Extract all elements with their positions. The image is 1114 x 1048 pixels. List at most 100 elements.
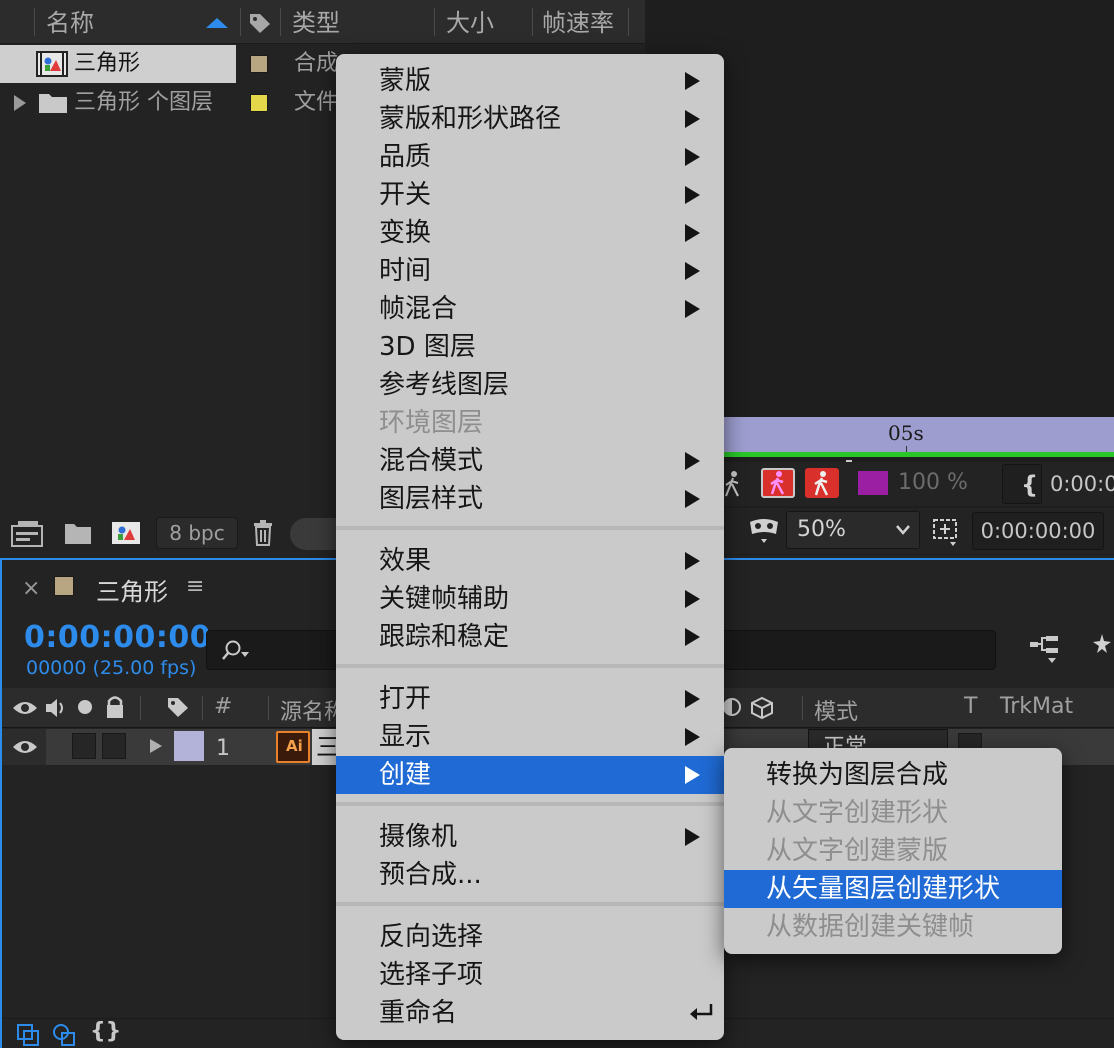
- toggle-in-out-icon[interactable]: {}: [90, 1019, 121, 1044]
- menu-item-rename[interactable]: 重命名: [336, 994, 724, 1032]
- menu-item-label: 从文字创建形状: [766, 798, 949, 828]
- column-name-header[interactable]: 名称: [46, 6, 94, 40]
- menu-item-guide-layer[interactable]: 参考线图层: [336, 366, 724, 404]
- column-divider: [34, 8, 35, 36]
- audio-icon[interactable]: [44, 696, 68, 720]
- solo-switch[interactable]: [72, 733, 96, 759]
- submenu-item-convert-to-layered-comp[interactable]: 转换为图层合成: [724, 756, 1062, 794]
- expand-triangle-icon[interactable]: [150, 739, 162, 753]
- adjustment-layer-icon[interactable]: [722, 696, 742, 718]
- item-name: 三角形: [74, 51, 141, 76]
- menu-item-label: 预合成...: [379, 860, 482, 890]
- menu-item-3d-layer[interactable]: 3D 图层: [336, 328, 724, 366]
- menu-item-quality[interactable]: 品质: [336, 138, 724, 176]
- submenu-arrow-icon: [685, 552, 700, 570]
- timeline-tab-title[interactable]: 三角形: [96, 572, 168, 607]
- menu-item-mask[interactable]: 蒙版: [336, 62, 724, 100]
- 3d-layer-icon[interactable]: [750, 696, 774, 720]
- expand-triangle-icon[interactable]: [14, 95, 26, 111]
- menu-item-track-and-stabilize[interactable]: 跟踪和稳定: [336, 618, 724, 656]
- lock-switch[interactable]: [102, 733, 126, 759]
- view-options-icon[interactable]: [748, 516, 780, 546]
- menu-item-switches[interactable]: 开关: [336, 176, 724, 214]
- timeline-timecode[interactable]: 0:00:00:00: [24, 620, 211, 655]
- folder-icon: [39, 94, 67, 113]
- eye-icon[interactable]: [12, 737, 38, 757]
- menu-item-label: 选择子项: [379, 960, 484, 990]
- lock-icon[interactable]: [104, 694, 126, 720]
- label-color-swatch[interactable]: [250, 55, 268, 73]
- mode-header[interactable]: 模式: [814, 694, 858, 726]
- submenu-arrow-icon: [685, 828, 700, 846]
- menu-item-camera[interactable]: 摄像机: [336, 818, 724, 856]
- menu-item-time[interactable]: 时间: [336, 252, 724, 290]
- label-color-swatch[interactable]: [250, 94, 268, 112]
- label-tag-icon[interactable]: [248, 12, 272, 34]
- menu-item-select-children[interactable]: 选择子项: [336, 956, 724, 994]
- menu-item-label: 参考线图层: [379, 370, 510, 400]
- eye-icon[interactable]: [12, 698, 38, 718]
- column-type-header[interactable]: 类型: [292, 6, 340, 40]
- layer-name[interactable]: 三: [312, 729, 340, 765]
- menu-item-label: 效果: [379, 546, 432, 576]
- interpret-footage-icon[interactable]: [10, 520, 44, 548]
- illustrator-file-icon: Ai: [276, 731, 310, 763]
- menu-item-frame-blending[interactable]: 帧混合: [336, 290, 724, 328]
- menu-item-open[interactable]: 打开: [336, 680, 724, 718]
- current-time-display[interactable]: 0:00:00:00: [972, 512, 1104, 550]
- draft-3d-button[interactable]: [761, 468, 795, 498]
- menu-item-keyframe-assistant[interactable]: 关键帧辅助: [336, 580, 724, 618]
- layer-label-color[interactable]: [174, 731, 204, 761]
- work-area-bar[interactable]: [720, 452, 1114, 457]
- menu-item-effect[interactable]: 效果: [336, 542, 724, 580]
- region-of-interest-icon[interactable]: [928, 514, 962, 548]
- return-icon: [690, 1004, 713, 1020]
- color-swatch[interactable]: [858, 471, 888, 495]
- submenu-arrow-icon: [685, 224, 700, 242]
- motion-blur-icon[interactable]: [722, 470, 744, 498]
- draft-3d-icon[interactable]: [1092, 632, 1114, 666]
- close-icon[interactable]: ×: [22, 576, 40, 601]
- submenu-arrow-icon: [685, 690, 700, 708]
- flowchart-icon[interactable]: [1028, 632, 1062, 666]
- bit-depth-button[interactable]: 8 bpc: [156, 517, 238, 549]
- submenu-arrow-icon: [685, 148, 700, 166]
- motion-blur-toggle[interactable]: [805, 468, 839, 498]
- comp-label-swatch: [54, 576, 74, 596]
- solo-icon[interactable]: [78, 700, 92, 714]
- trash-icon[interactable]: [252, 519, 274, 547]
- menu-item-label: 帧混合: [379, 294, 458, 324]
- menu-item-mask-and-shape-path[interactable]: 蒙版和形状路径: [336, 100, 724, 138]
- menu-item-layer-styles[interactable]: 图层样式: [336, 480, 724, 518]
- column-framerate-header[interactable]: 帧速率: [542, 6, 614, 40]
- submenu-arrow-icon: [685, 728, 700, 746]
- sort-ascending-icon[interactable]: [206, 18, 228, 28]
- menu-item-label: 从矢量图层创建形状: [766, 874, 1001, 904]
- opacity-value[interactable]: 100 %: [898, 470, 968, 495]
- menu-item-pre-compose[interactable]: 预合成...: [336, 856, 724, 894]
- submenu-item-create-shapes-from-vector-layer[interactable]: 从矢量图层创建形状: [724, 870, 1062, 908]
- menu-item-transform[interactable]: 变换: [336, 214, 724, 252]
- menu-item-invert-selection[interactable]: 反向选择: [336, 918, 724, 956]
- menu-item-reveal[interactable]: 显示: [336, 718, 724, 756]
- zoom-dropdown[interactable]: 50%: [786, 511, 920, 549]
- menu-item-label: 重命名: [379, 998, 458, 1028]
- submenu-item-create-keyframes-from-data: 从数据创建关键帧: [724, 908, 1062, 946]
- label-tag-icon[interactable]: [166, 696, 190, 718]
- column-divider: [268, 696, 269, 720]
- panel-menu-icon[interactable]: ≡: [186, 574, 204, 599]
- set-in-point-button[interactable]: {: [1002, 464, 1042, 504]
- submenu-arrow-icon: [685, 590, 700, 608]
- new-composition-icon[interactable]: [110, 519, 142, 547]
- layer-number-header[interactable]: #: [214, 694, 232, 719]
- menu-item-blending-mode[interactable]: 混合模式: [336, 442, 724, 480]
- toggle-switches-icon[interactable]: [16, 1023, 40, 1047]
- preserve-transparency-header[interactable]: T: [964, 694, 977, 719]
- menu-item-label: 蒙版: [379, 66, 432, 96]
- new-folder-icon[interactable]: [64, 520, 92, 546]
- toggle-modes-icon[interactable]: [52, 1023, 76, 1047]
- menu-item-create[interactable]: 创建: [336, 756, 724, 794]
- trkmat-header[interactable]: TrkMat: [1000, 694, 1073, 719]
- current-time-short[interactable]: 0:00:00: [1050, 472, 1114, 496]
- column-size-header[interactable]: 大小: [446, 6, 494, 40]
